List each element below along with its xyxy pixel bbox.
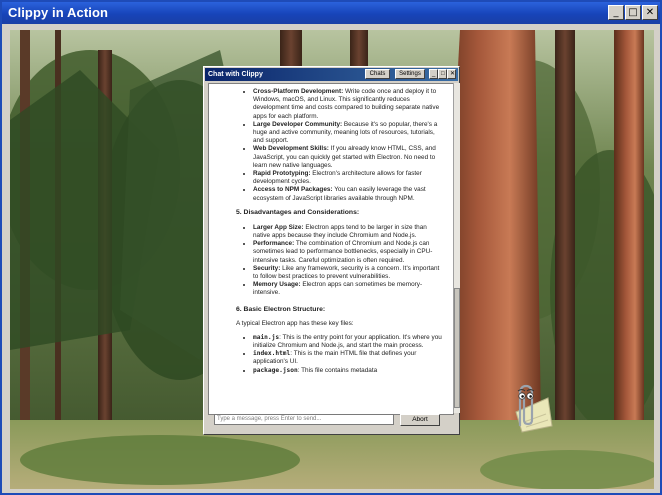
disadvantages-list: Larger App Size: Electron apps tend to b… (209, 224, 453, 298)
abort-button[interactable]: Abort (400, 414, 440, 426)
list-item: Access to NPM Packages: You can easily l… (253, 186, 443, 202)
list-item: Security: Like any framework, security i… (253, 265, 443, 281)
clippy-assistant-icon[interactable] (502, 382, 554, 434)
chat-window: Chat with Clippy Chats Settings _ □ ✕ Cr… (203, 66, 460, 435)
maximize-icon[interactable]: □ (625, 5, 641, 20)
assistant-message: Cross-Platform Development: Write code o… (209, 84, 453, 375)
chat-scrollbar[interactable] (453, 83, 460, 413)
list-item: Rapid Prototyping: Electron's architectu… (253, 170, 443, 186)
list-item: index.html: This is the main HTML file t… (253, 350, 443, 366)
list-item: Memory Usage: Electron apps can sometime… (253, 281, 443, 297)
chat-titlebar[interactable]: Chat with Clippy Chats Settings _ □ ✕ (205, 68, 458, 81)
message-input[interactable]: Type a message, press Enter to send... (214, 414, 394, 425)
list-item: Performance: The combination of Chromium… (253, 240, 443, 265)
section-heading: 5. Disadvantages and Considerations: (236, 208, 360, 216)
settings-button[interactable]: Settings (395, 69, 425, 79)
list-item: Large Developer Community: Because it's … (253, 121, 443, 146)
minimize-icon[interactable]: _ (608, 5, 624, 20)
chat-minimize-icon[interactable]: _ (429, 69, 438, 79)
advantages-list: Cross-Platform Development: Write code o… (209, 88, 453, 203)
chat-message-area[interactable]: Cross-Platform Development: Write code o… (208, 83, 454, 415)
chat-close-icon[interactable]: ✕ (447, 69, 456, 79)
close-icon[interactable]: ✕ (642, 5, 658, 20)
list-item: Web Development Skills: If you already k… (253, 145, 443, 170)
chats-button[interactable]: Chats (365, 69, 390, 79)
list-item: main.js: This is the entry point for you… (253, 334, 443, 350)
scrollbar-thumb[interactable] (454, 288, 460, 408)
list-item: Cross-Platform Development: Write code o… (253, 88, 443, 121)
window-title: Clippy in Action (8, 5, 109, 20)
list-item: package.json: This file contains metadat… (253, 367, 443, 375)
section-intro: A typical Electron app has these key fil… (236, 319, 354, 327)
chat-maximize-icon[interactable]: □ (438, 69, 447, 79)
section-heading: 6. Basic Electron Structure: (236, 305, 326, 313)
list-item: Larger App Size: Electron apps tend to b… (253, 224, 443, 240)
structure-list: main.js: This is the entry point for you… (209, 334, 453, 375)
chat-title: Chat with Clippy (208, 71, 263, 78)
window-titlebar[interactable]: Clippy in Action _ □ ✕ (2, 2, 660, 24)
